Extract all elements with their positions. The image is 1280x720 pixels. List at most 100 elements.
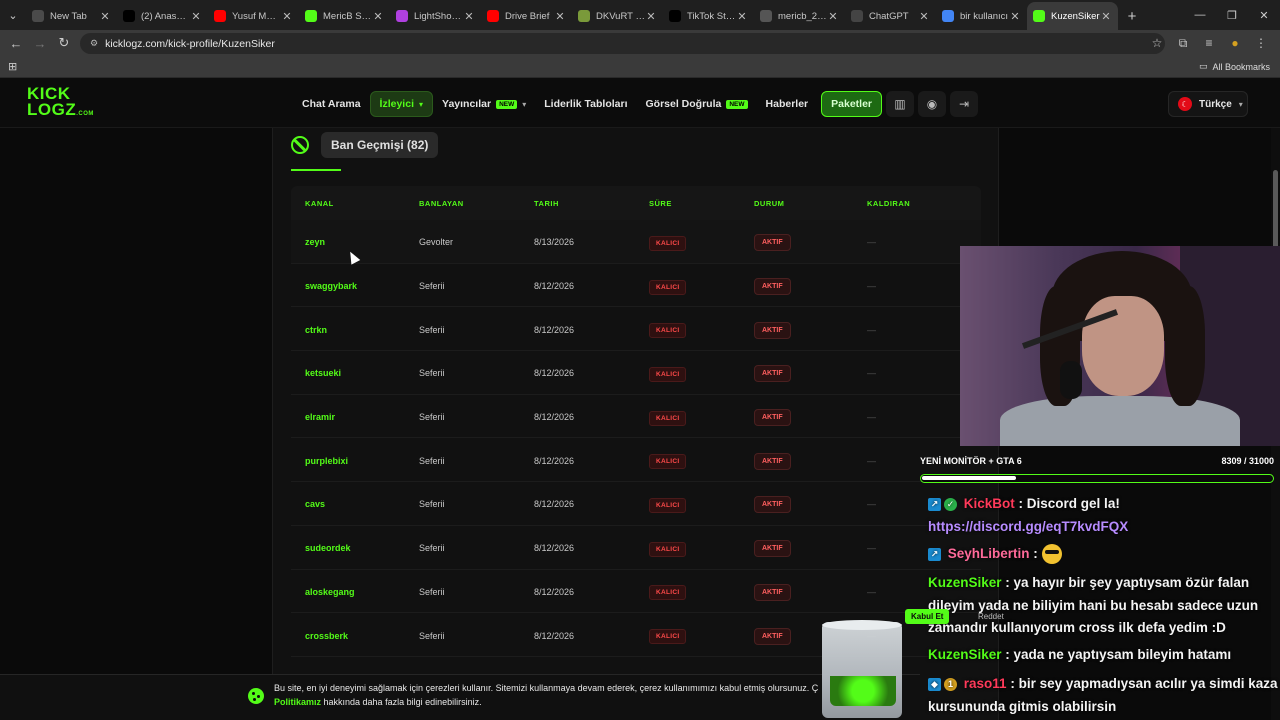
bookmark-star-icon[interactable]: ☆: [1144, 31, 1170, 55]
channel-link[interactable]: purplebixi: [305, 456, 348, 466]
minimize-icon[interactable]: —: [1184, 0, 1216, 30]
tab-search-icon[interactable]: ⌄: [0, 0, 26, 30]
login-icon[interactable]: ⇥: [950, 91, 979, 117]
nav-gorsel-dogrula[interactable]: Görsel Doğrula NEW: [637, 91, 757, 117]
channel-link[interactable]: elramir: [305, 412, 335, 422]
status-badge: AKTIF: [754, 583, 791, 601]
close-tab-icon[interactable]: ✕: [463, 10, 475, 23]
tab-title: Drive Brief: [505, 10, 550, 22]
close-tab-icon[interactable]: ✕: [372, 10, 384, 23]
close-tab-icon[interactable]: ✕: [736, 10, 748, 23]
duration-badge: KALICI: [649, 279, 687, 295]
channel-link[interactable]: ketsueki: [305, 368, 341, 378]
browser-tab[interactable]: LightShot ta ✕: [390, 2, 481, 30]
diamond-badge-icon: ◆: [928, 677, 941, 691]
reload-icon[interactable]: ↻: [52, 31, 76, 55]
removed-by: —: [867, 499, 876, 510]
chat-text: : Discord gel la!: [1018, 496, 1120, 511]
youtube-icon: [487, 10, 499, 22]
browser-tab[interactable]: mericb_2026✕: [754, 2, 845, 30]
close-tab-icon[interactable]: ✕: [99, 10, 111, 23]
media-icon[interactable]: ≡: [1196, 31, 1222, 55]
chat-username: KickBot: [963, 496, 1015, 511]
status-badge: AKTIF: [754, 234, 791, 252]
nav-yayincilar[interactable]: Yayıncılar NEW ▾: [433, 91, 535, 117]
chat-username: KuzenSiker: [928, 647, 1002, 662]
browser-tab[interactable]: KuzenSiker ✕: [1027, 2, 1118, 30]
forward-icon[interactable]: →: [28, 31, 52, 55]
new-tab-button[interactable]: +: [1118, 2, 1146, 30]
cookie-icon: [248, 688, 264, 704]
channel-link[interactable]: ctrkn: [305, 325, 327, 335]
browser-tab[interactable]: Drive Brief ✕: [481, 2, 572, 30]
channel-link[interactable]: swaggybark: [305, 281, 357, 291]
language-select[interactable]: ☾ Türkçe ▾: [1168, 91, 1248, 117]
table-row: cavs Seferii 8/12/2026 KALICI AKTIF —: [291, 482, 981, 526]
channel-link[interactable]: crossberk: [305, 631, 348, 641]
status-badge: AKTIF: [754, 452, 791, 470]
discord-icon[interactable]: ◉: [918, 91, 947, 117]
nav-chat-arama[interactable]: Chat Arama: [293, 91, 370, 117]
profile-icon[interactable]: ●: [1222, 31, 1248, 55]
ban-date: 8/12/2026: [534, 455, 575, 466]
removed-by: —: [867, 586, 876, 597]
chat-message: ↗ SeyhLibertin :: [928, 543, 1280, 566]
col-kanal: KANAL: [305, 198, 334, 208]
close-tab-icon[interactable]: ✕: [645, 10, 657, 23]
cookie-reject-button[interactable]: Reddet: [978, 612, 1004, 621]
all-bookmarks-button[interactable]: ▭ All Bookmarks: [1199, 61, 1270, 72]
site-info-icon[interactable]: ⚙: [90, 38, 98, 49]
close-tab-icon[interactable]: ✕: [554, 10, 566, 23]
channel-link[interactable]: zeyn: [305, 237, 325, 247]
nav-paketler-button[interactable]: Paketler: [821, 91, 883, 117]
tab-title: DKVuRT (85: [596, 10, 645, 22]
close-window-icon[interactable]: ✕: [1248, 0, 1280, 30]
webcam-overlay: [960, 246, 1280, 446]
ban-date: 8/12/2026: [534, 281, 575, 292]
browser-tab[interactable]: bir kullanıcı ✕: [936, 2, 1027, 30]
banned-by: Seferii: [419, 281, 445, 292]
col-tarih: TARIH: [534, 198, 559, 208]
close-tab-icon[interactable]: ✕: [281, 10, 293, 23]
status-badge: AKTIF: [754, 278, 791, 296]
cookie-text: Bu site, en iyi deneyimi sağlamak için ç…: [274, 681, 834, 709]
menu-icon[interactable]: ⋮: [1248, 31, 1274, 55]
browser-tab[interactable]: New Tab ✕: [26, 2, 117, 30]
channel-link[interactable]: sudeordek: [305, 543, 351, 553]
nav-haberler[interactable]: Haberler: [757, 91, 818, 117]
main-nav: Chat Arama İzleyici ▾ Yayıncılar NEW ▾ Lide…: [293, 90, 979, 118]
goal-label: YENİ MONİTÖR + GTA 6: [920, 456, 1022, 466]
restore-icon[interactable]: ❐: [1216, 0, 1248, 30]
browser-tab[interactable]: ChatGPT ✕: [845, 2, 936, 30]
close-tab-icon[interactable]: ✕: [827, 10, 839, 23]
address-bar[interactable]: ⚙ kicklogz.com/kick-profile/KuzenSiker: [80, 33, 1165, 54]
back-icon[interactable]: ←: [4, 31, 28, 55]
table-row: sudeordek Seferii 8/12/2026 KALICI AKTIF —: [291, 526, 981, 570]
browser-tab[interactable]: TikTok Studi ✕: [663, 2, 754, 30]
cookie-policy-link[interactable]: Politikamız: [274, 697, 321, 707]
apps-grid-icon[interactable]: ⊞: [8, 60, 17, 73]
nav-izleyici[interactable]: İzleyici ▾: [369, 91, 434, 117]
table-row: zeyn Gevolter 8/13/2026 KALICI AKTIF —: [291, 220, 981, 264]
ban-date: 8/12/2026: [534, 324, 575, 335]
nav-liderlik[interactable]: Liderlik Tabloları: [535, 91, 636, 117]
kicklogz-logo[interactable]: KICK LOGZ.COM: [27, 85, 93, 120]
browser-tab[interactable]: MericB Stream✕: [299, 2, 390, 30]
extensions-icon[interactable]: ⧉: [1170, 31, 1196, 55]
stats-chart-icon[interactable]: ▥: [886, 91, 915, 117]
browser-tab[interactable]: DKVuRT (85 ✕: [572, 2, 663, 30]
channel-link[interactable]: cavs: [305, 499, 325, 509]
ban-history-tab[interactable]: Ban Geçmişi (82): [321, 132, 439, 158]
close-tab-icon[interactable]: ✕: [190, 10, 202, 23]
channel-link[interactable]: aloskegang: [305, 587, 355, 597]
new-badge: NEW: [496, 99, 518, 109]
close-tab-icon[interactable]: ✕: [1100, 10, 1112, 23]
chat-message: ↗ ✓ KickBot : Discord gel la!: [928, 493, 1280, 516]
browser-tab[interactable]: (2) Anasayfa ✕: [117, 2, 208, 30]
tip-jar-rim: [822, 620, 902, 630]
close-tab-icon[interactable]: ✕: [918, 10, 930, 23]
cookie-accept-button[interactable]: Kabul Et: [905, 609, 950, 624]
close-tab-icon[interactable]: ✕: [1009, 10, 1021, 23]
browser-tab[interactable]: Yusuf Meriç ✕: [208, 2, 299, 30]
duration-badge: KALICI: [649, 235, 687, 251]
